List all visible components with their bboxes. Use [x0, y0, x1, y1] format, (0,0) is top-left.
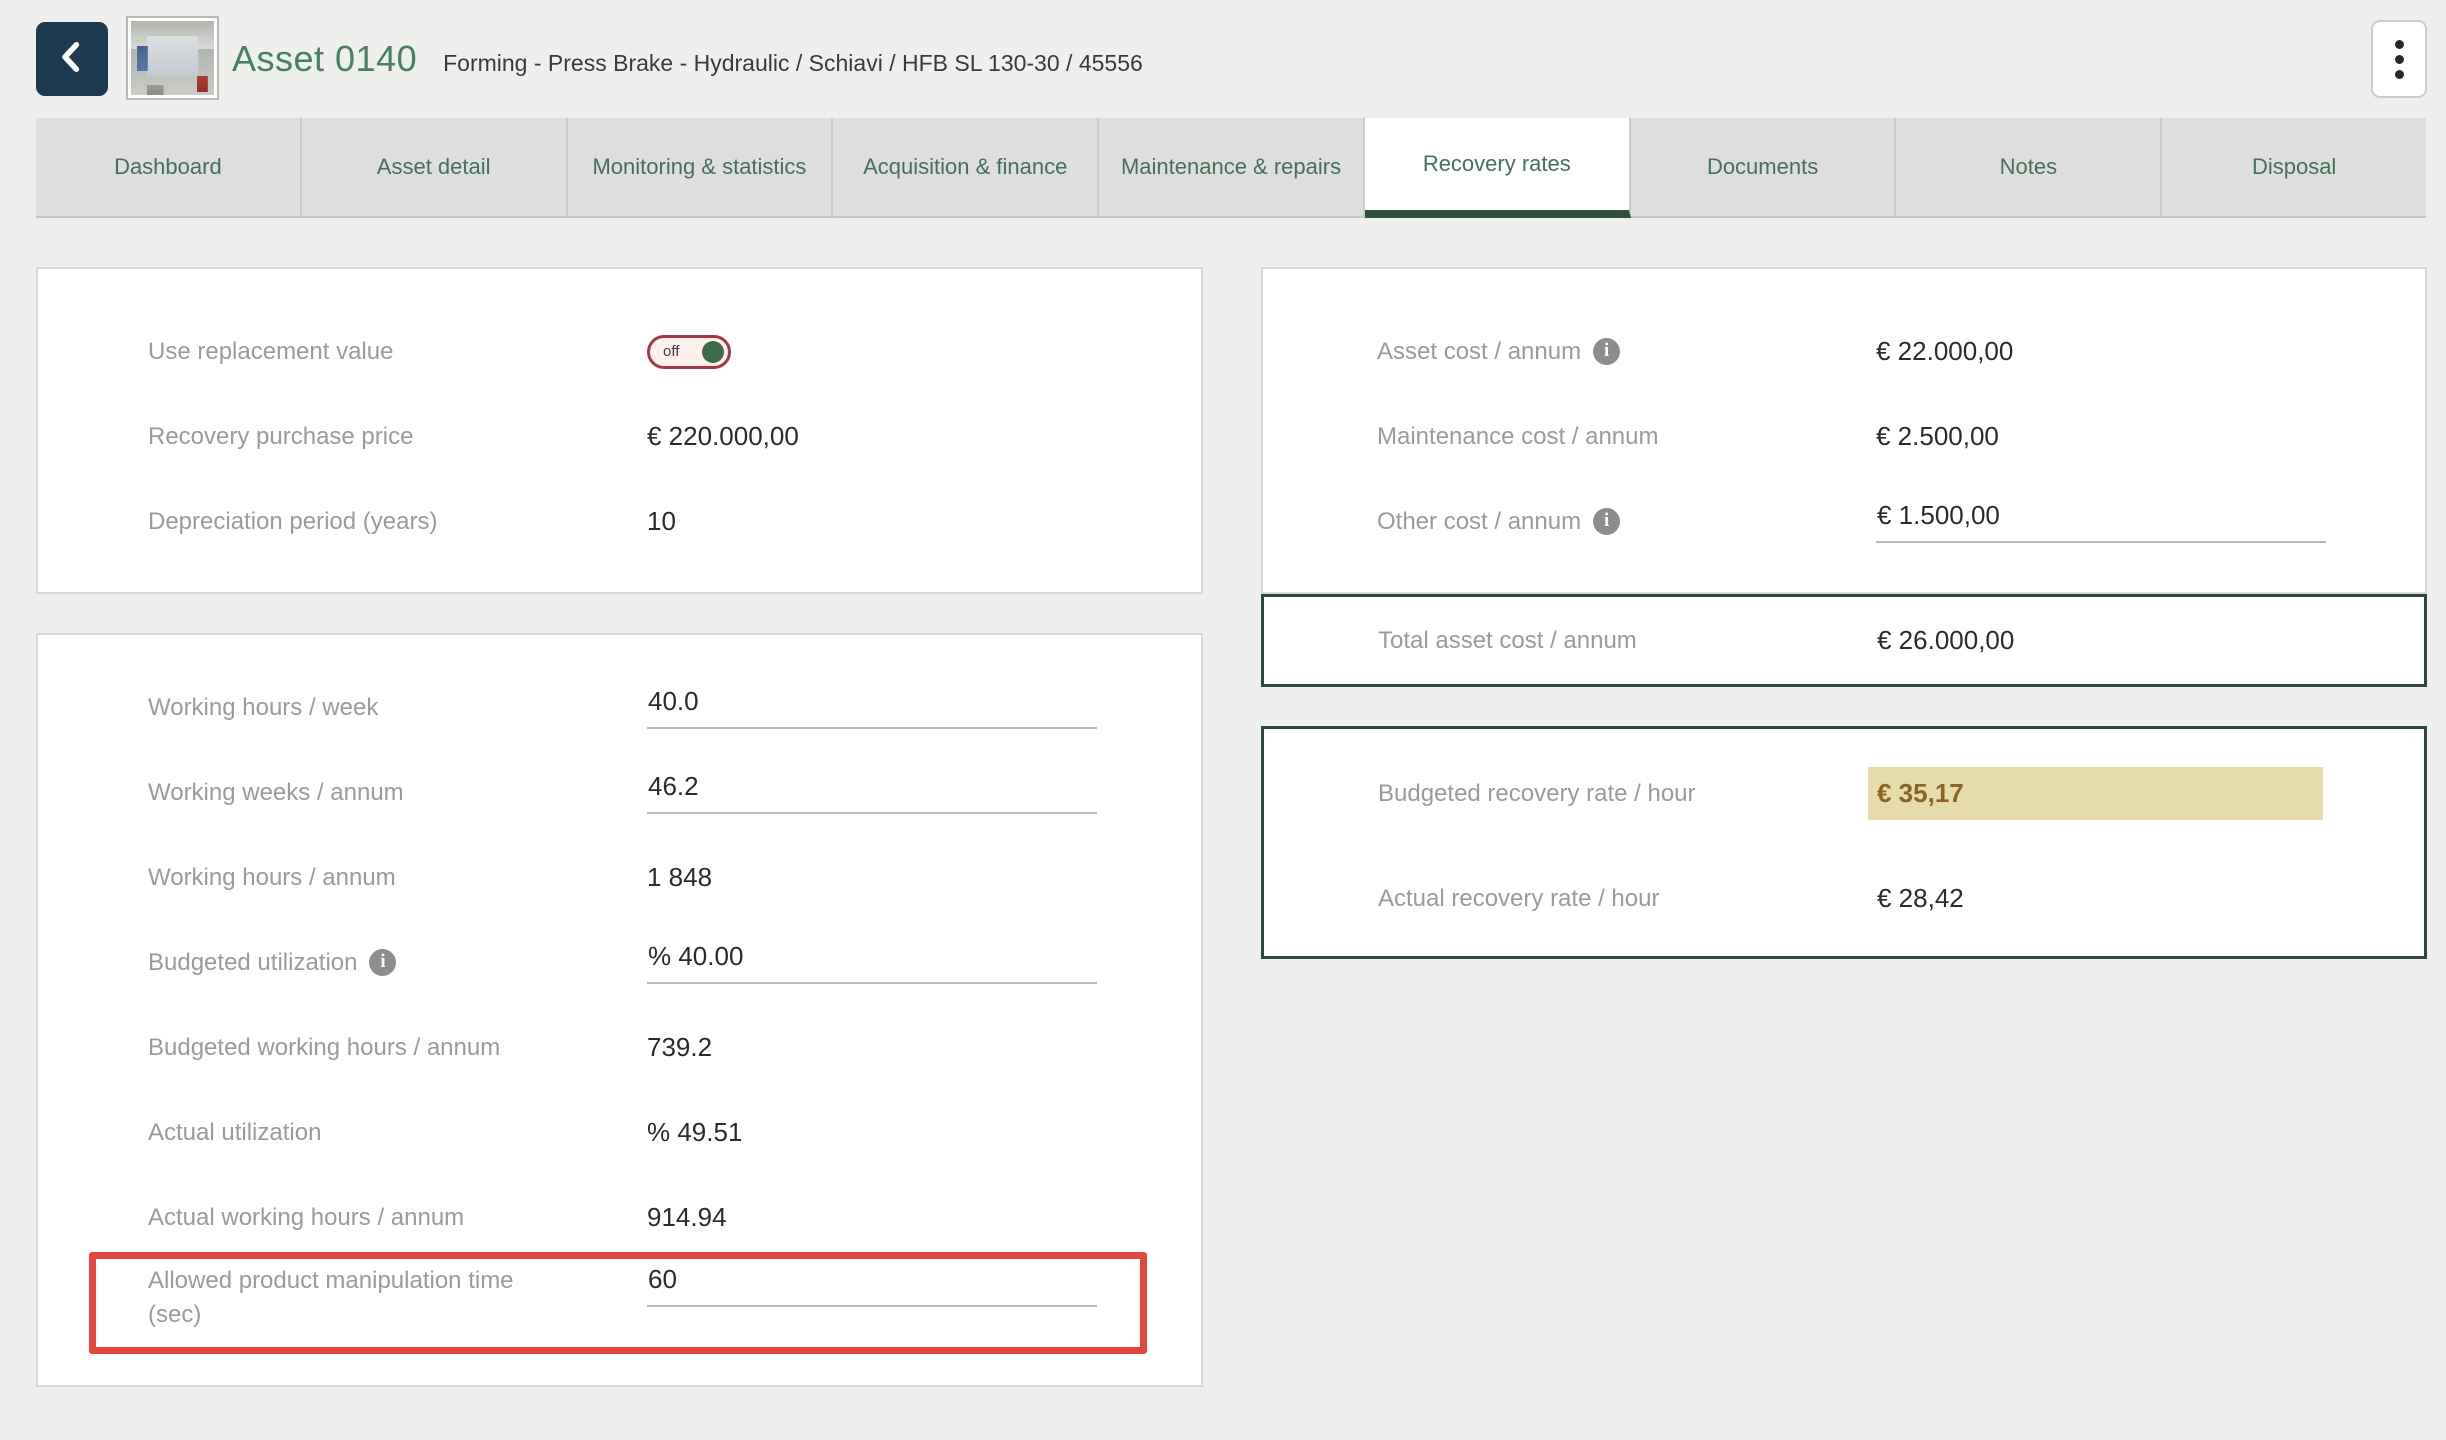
working-weeks-annum-input[interactable] [647, 771, 1097, 814]
form-row: Actual recovery rate / hour € 28,42 [1378, 846, 2424, 951]
info-icon[interactable]: i [1593, 508, 1620, 535]
use-replacement-value-toggle[interactable]: off [647, 335, 731, 369]
actual-recovery-rate-value: € 28,42 [1877, 883, 1964, 914]
tab-asset-detail[interactable]: Asset detail [302, 118, 568, 218]
form-row-annotated: Allowed product manipulation time (sec) [148, 1260, 1201, 1370]
field-label: Budgeted utilizationi [148, 946, 647, 980]
budgeted-utilization-input[interactable] [647, 941, 1097, 984]
field-label: Depreciation period (years) [148, 505, 647, 539]
form-row: Use replacement value off [148, 309, 1201, 394]
working-hours-card: Working hours / week Working weeks / ann… [36, 633, 1203, 1387]
tab-maintenance-repairs[interactable]: Maintenance & repairs [1099, 118, 1365, 218]
recovery-purchase-price-value: € 220.000,00 [647, 421, 799, 452]
kebab-dot [2395, 70, 2404, 79]
chevron-left-icon [51, 36, 93, 83]
field-label: Budgeted working hours / annum [148, 1031, 647, 1065]
field-label: Working hours / annum [148, 861, 647, 895]
field-label: Actual working hours / annum [148, 1201, 647, 1235]
form-row: Budgeted recovery rate / hour € 35,17 [1378, 741, 2424, 846]
recovery-rates-box: Budgeted recovery rate / hour € 35,17 Ac… [1261, 726, 2427, 959]
form-row: Other cost / annumi [1377, 479, 2425, 564]
form-row: Working hours / annum 1 848 [148, 835, 1201, 920]
field-label: Total asset cost / annum [1378, 624, 1877, 658]
working-hours-week-input[interactable] [647, 686, 1097, 729]
maintenance-cost-annum-value: € 2.500,00 [1876, 421, 1999, 452]
field-label: Budgeted recovery rate / hour [1378, 777, 1877, 811]
total-asset-cost-value: € 26.000,00 [1877, 625, 2014, 656]
budgeted-recovery-rate-value: € 35,17 [1868, 767, 2323, 820]
kebab-dot [2395, 40, 2404, 49]
other-cost-annum-input[interactable] [1876, 500, 2326, 543]
budgeted-working-hours-value: 739.2 [647, 1032, 712, 1063]
field-label: Maintenance cost / annum [1377, 420, 1876, 454]
field-label: Allowed product manipulation time (sec) [148, 1264, 647, 1331]
asset-cost-annum-value: € 22.000,00 [1876, 336, 2013, 367]
tab-dashboard[interactable]: Dashboard [36, 118, 302, 218]
info-icon[interactable]: i [1593, 338, 1620, 365]
tab-acquisition-finance[interactable]: Acquisition & finance [833, 118, 1099, 218]
form-row: Working weeks / annum [148, 750, 1201, 835]
tab-recovery-rates[interactable]: Recovery rates [1365, 118, 1631, 218]
page-title: Asset 0140 [232, 38, 417, 80]
tab-disposal[interactable]: Disposal [2162, 118, 2426, 218]
form-row: Maintenance cost / annum € 2.500,00 [1377, 394, 2425, 479]
form-row: Recovery purchase price € 220.000,00 [148, 394, 1201, 479]
field-label: Working weeks / annum [148, 776, 647, 810]
form-row: Budgeted working hours / annum 739.2 [148, 1005, 1201, 1090]
kebab-dot [2395, 55, 2404, 64]
form-row: Budgeted utilizationi [148, 920, 1201, 1005]
tab-bar: Dashboard Asset detail Monitoring & stat… [36, 118, 2426, 218]
field-label: Actual utilization [148, 1116, 647, 1150]
field-label: Asset cost / annumi [1377, 335, 1876, 369]
actual-working-hours-value: 914.94 [647, 1202, 727, 1233]
actual-utilization-value: % 49.51 [647, 1117, 742, 1148]
form-row: Actual utilization % 49.51 [148, 1090, 1201, 1175]
tab-documents[interactable]: Documents [1631, 118, 1897, 218]
field-label: Recovery purchase price [148, 420, 647, 454]
field-label: Use replacement value [148, 335, 647, 369]
info-icon[interactable]: i [369, 949, 396, 976]
replacement-value-card: Use replacement value off Recovery purch… [36, 267, 1203, 594]
total-asset-cost-box: Total asset cost / annum € 26.000,00 [1261, 594, 2427, 687]
field-label: Actual recovery rate / hour [1378, 882, 1877, 916]
tab-notes[interactable]: Notes [1896, 118, 2162, 218]
depreciation-period-value: 10 [647, 506, 676, 537]
more-options-button[interactable] [2371, 20, 2427, 98]
working-hours-annum-value: 1 848 [647, 862, 712, 893]
asset-photo [131, 21, 214, 95]
form-row: Working hours / week [148, 665, 1201, 750]
back-button[interactable] [36, 22, 108, 96]
form-row: Depreciation period (years) 10 [148, 479, 1201, 564]
form-row: Asset cost / annumi € 22.000,00 [1377, 309, 2425, 394]
asset-costs-card: Asset cost / annumi € 22.000,00 Maintena… [1261, 267, 2427, 594]
asset-photo-thumbnail [126, 16, 219, 100]
allowed-manipulation-time-input[interactable] [647, 1264, 1097, 1307]
toggle-state-label: off [663, 343, 679, 360]
header-title-area: Asset 0140 Forming - Press Brake - Hydra… [232, 38, 1143, 80]
asset-recovery-rates-screen: Asset 0140 Forming - Press Brake - Hydra… [0, 0, 2446, 1440]
form-row: Actual working hours / annum 914.94 [148, 1175, 1201, 1260]
page-subtitle: Forming - Press Brake - Hydraulic / Schi… [443, 50, 1143, 77]
tab-monitoring-statistics[interactable]: Monitoring & statistics [568, 118, 834, 218]
toggle-knob [702, 341, 724, 363]
field-label: Working hours / week [148, 691, 647, 725]
field-label: Other cost / annumi [1377, 505, 1876, 539]
